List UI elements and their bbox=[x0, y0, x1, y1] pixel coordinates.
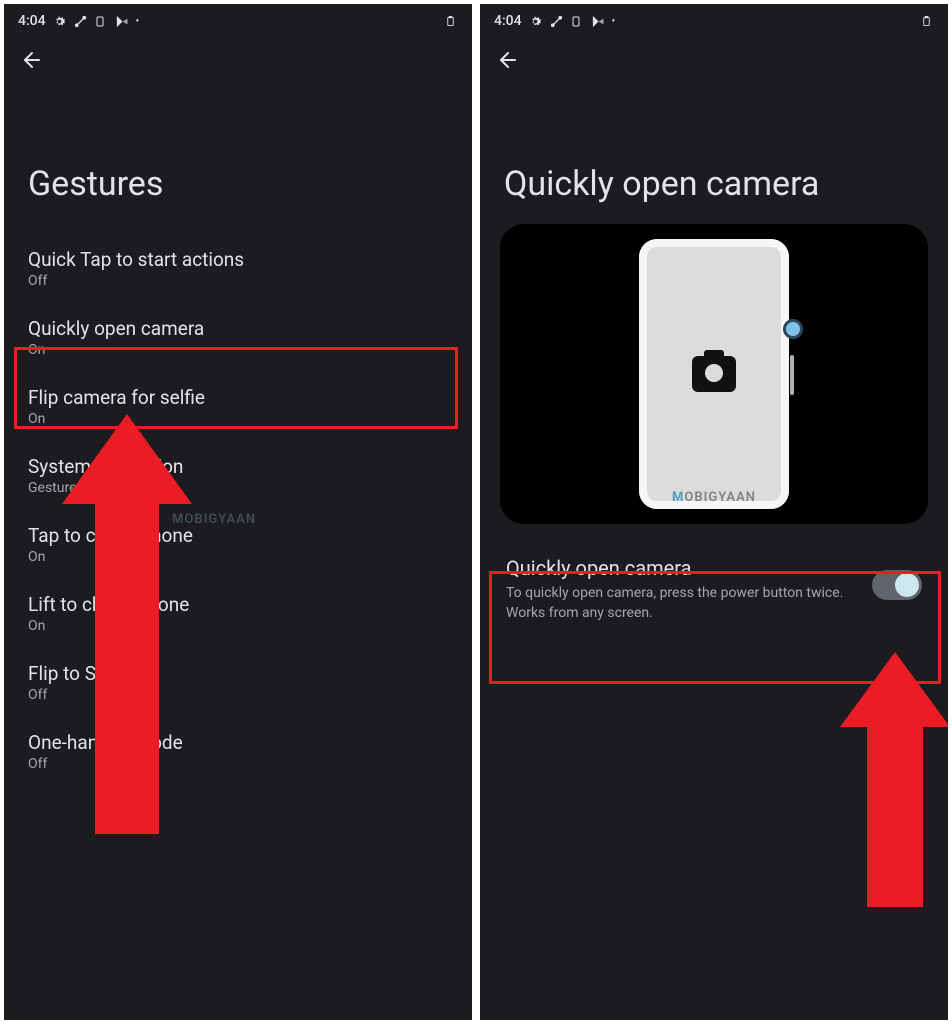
battery-icon bbox=[443, 14, 458, 29]
status-time: 4:04 bbox=[18, 13, 46, 29]
sim-icon bbox=[94, 14, 109, 29]
back-button[interactable] bbox=[20, 48, 44, 72]
item-title: Lift to check phone bbox=[28, 593, 448, 616]
gear-icon bbox=[528, 14, 543, 29]
item-title: Quick Tap to start actions bbox=[28, 248, 448, 271]
item-flip-camera-selfie[interactable]: Flip camera for selfie On bbox=[4, 372, 472, 441]
item-sub: Gesture navigation bbox=[28, 480, 448, 496]
item-quick-tap[interactable]: Quick Tap to start actions Off bbox=[4, 234, 472, 303]
dot-icon: • bbox=[612, 16, 616, 27]
mock-phone-graphic: MOBIGYAAN bbox=[639, 239, 789, 509]
item-sub: On bbox=[28, 618, 448, 634]
battery-icon bbox=[919, 14, 934, 29]
toggle-desc: To quickly open camera, press the power … bbox=[506, 584, 860, 623]
gear-icon bbox=[52, 14, 67, 29]
item-quickly-open-camera[interactable]: Quickly open camera On bbox=[4, 303, 472, 372]
item-sub: On bbox=[28, 342, 448, 358]
item-sub: On bbox=[28, 549, 448, 565]
annotation-arrow bbox=[840, 652, 948, 916]
item-title: Flip camera for selfie bbox=[28, 386, 448, 409]
status-bar: 4:04 • bbox=[4, 4, 472, 34]
phone-right-quickly-open-camera: 4:04 • Quickly open camera bbox=[480, 4, 948, 1020]
switch-knob bbox=[895, 573, 919, 597]
feature-illustration: MOBIGYAAN bbox=[500, 224, 928, 524]
item-sub: Off bbox=[28, 273, 448, 289]
toggle-title: Quickly open camera bbox=[506, 556, 860, 580]
item-lift-check-phone[interactable]: Lift to check phone On bbox=[4, 579, 472, 648]
item-title: Quickly open camera bbox=[28, 317, 448, 340]
page-title: Quickly open camera bbox=[480, 84, 948, 224]
item-title: One-handed mode bbox=[28, 731, 448, 754]
item-sub: Off bbox=[28, 687, 448, 703]
connect-icon bbox=[549, 14, 564, 29]
page-title: Gestures bbox=[4, 84, 472, 234]
connect-icon bbox=[73, 14, 88, 29]
item-flip-to-shhh[interactable]: Flip to Shhh Off bbox=[4, 648, 472, 717]
phone-left-gestures: 4:04 • Gestures Qui bbox=[4, 4, 472, 1020]
dot-icon: • bbox=[136, 16, 140, 27]
watermark: MOBIGYAAN bbox=[672, 490, 756, 505]
switch-quickly-open-camera[interactable] bbox=[872, 570, 922, 600]
back-button[interactable] bbox=[496, 48, 520, 72]
item-sub: On bbox=[28, 411, 448, 427]
item-title: Tap to check phone bbox=[28, 524, 448, 547]
play-icon bbox=[591, 14, 606, 29]
play-icon bbox=[115, 14, 130, 29]
toggle-quickly-open-camera: Quickly open camera To quickly open came… bbox=[500, 544, 928, 635]
item-system-navigation[interactable]: System navigation Gesture navigation bbox=[4, 441, 472, 510]
camera-icon bbox=[692, 356, 736, 392]
power-button-graphic bbox=[790, 355, 794, 395]
status-time: 4:04 bbox=[494, 13, 522, 29]
status-bar: 4:04 • bbox=[480, 4, 948, 34]
item-tap-check-phone[interactable]: Tap to check phone On bbox=[4, 510, 472, 579]
sim-icon bbox=[570, 14, 585, 29]
gestures-list: Quick Tap to start actions Off Quickly o… bbox=[4, 234, 472, 786]
item-title: Flip to Shhh bbox=[28, 662, 448, 685]
item-title: System navigation bbox=[28, 455, 448, 478]
power-press-indicator bbox=[783, 319, 803, 339]
item-one-handed-mode[interactable]: One-handed mode Off bbox=[4, 717, 472, 786]
item-sub: Off bbox=[28, 756, 448, 772]
